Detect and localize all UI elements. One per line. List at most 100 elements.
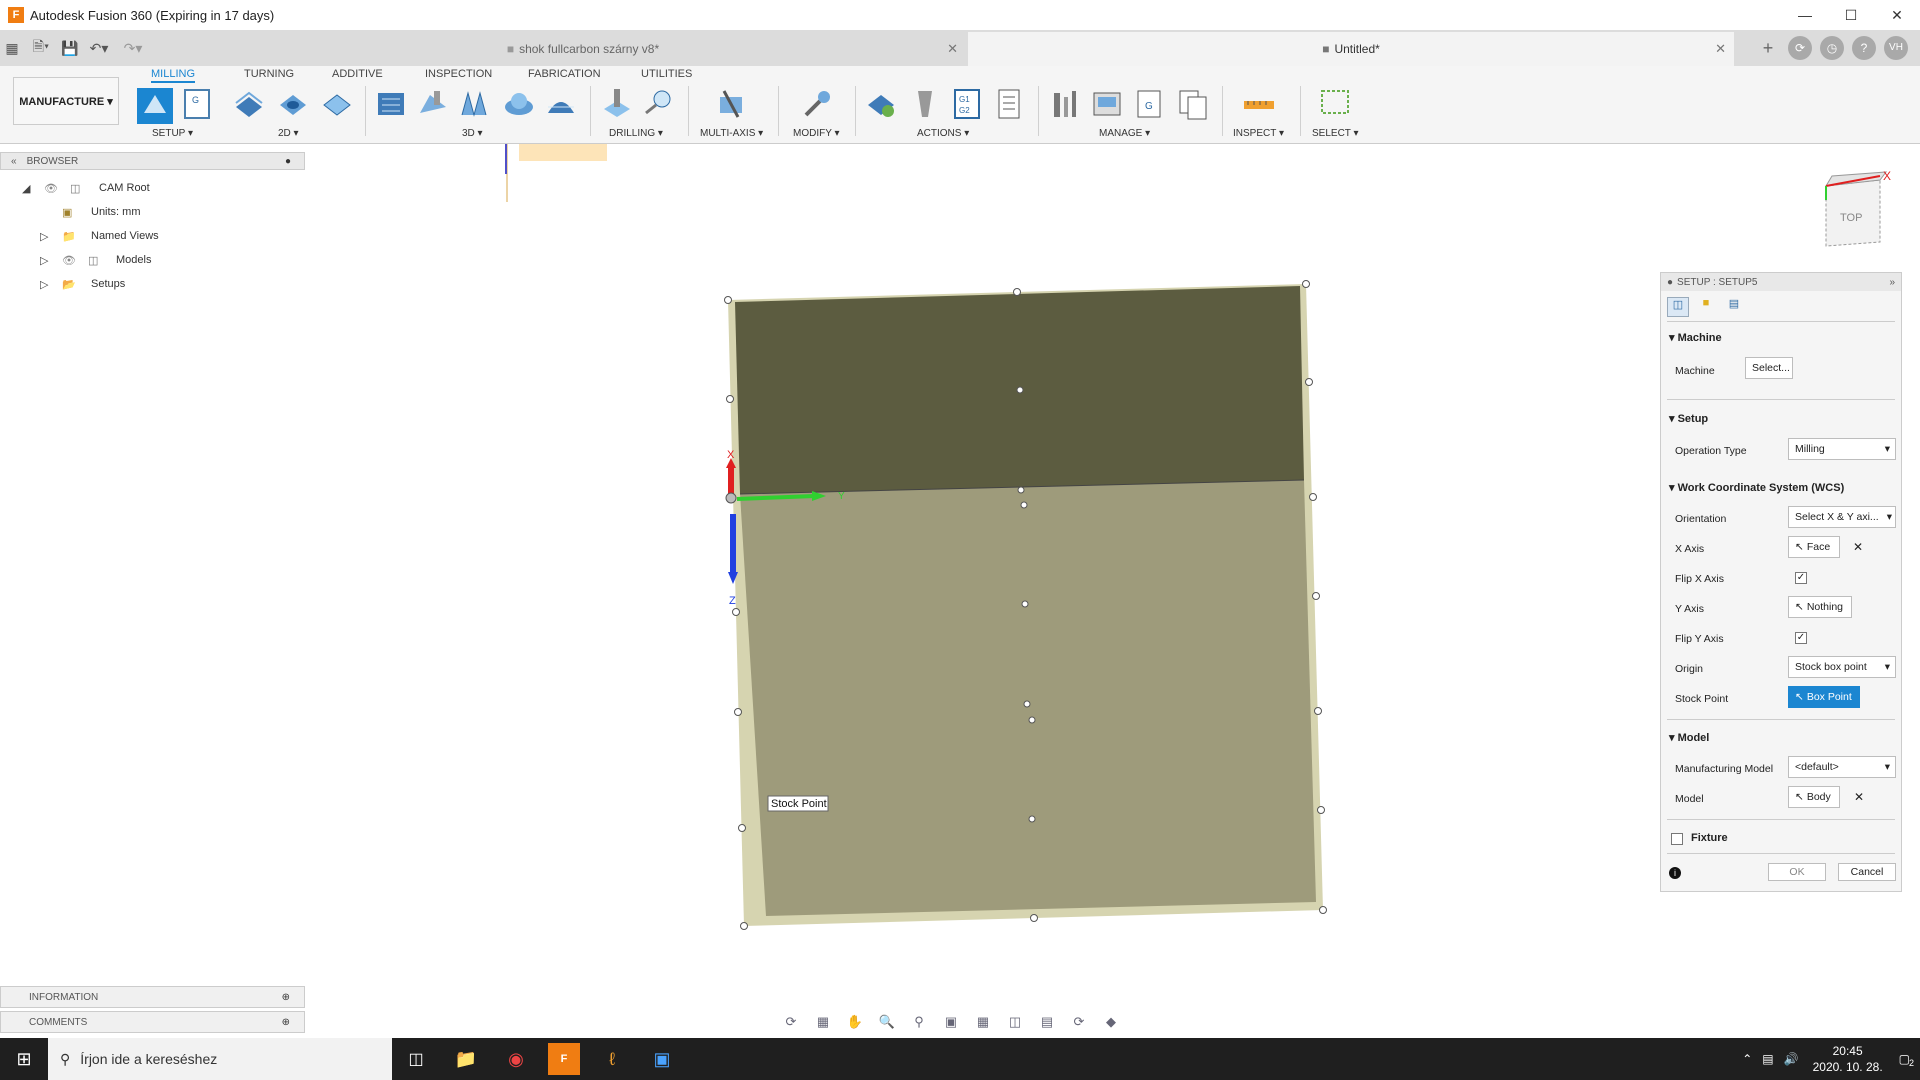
contour-icon[interactable] [544, 87, 578, 121]
wcs-section-header[interactable]: ▾ Work Coordinate System (WCS) [1669, 481, 1844, 494]
clear-selection-icon[interactable]: ✕ [1854, 790, 1864, 804]
taskbar-search-box[interactable]: ⚲ Írjon ide a kereséshez [48, 1038, 392, 1080]
collapse-browser-icon[interactable]: « [11, 156, 17, 167]
drill-icon[interactable] [600, 87, 634, 121]
y-axis-selector[interactable]: ↖ Nothing [1788, 596, 1852, 618]
tab-turning[interactable]: TURNING [244, 68, 294, 80]
task-view-icon[interactable]: ◫ [398, 1049, 434, 1069]
setup-tab-icon[interactable]: ◫ [1667, 297, 1689, 317]
zoom-icon[interactable]: 🔍 [874, 1014, 900, 1030]
close-tab-icon[interactable]: ✕ [947, 41, 958, 57]
help-icon[interactable]: ? [1852, 36, 1876, 60]
look-at-icon[interactable]: ▦ [810, 1014, 836, 1030]
tree-item-cam-root[interactable]: ◢ 👁 ◫ CAM Root [0, 176, 305, 200]
setup-section-header[interactable]: ▾ Setup [1669, 412, 1708, 425]
select-group-label[interactable]: SELECT ▾ [1312, 128, 1359, 139]
modify-group-label[interactable]: MODIFY ▾ [793, 128, 840, 139]
maximize-button[interactable]: ☐ [1828, 0, 1874, 30]
zoom-window-icon[interactable]: ⚲ [906, 1014, 932, 1030]
flip-x-checkbox[interactable]: ✓ [1795, 572, 1807, 584]
select-window-icon[interactable] [1318, 87, 1352, 121]
user-avatar[interactable]: VH [1884, 36, 1908, 60]
chevron-up-icon[interactable]: ⌃ [1742, 1052, 1752, 1066]
2d-adaptive-icon[interactable] [232, 87, 266, 121]
expand-triangle-icon[interactable]: ▷ [40, 230, 48, 243]
tab-utilities[interactable]: UTILITIES [641, 68, 692, 80]
expand-triangle-icon[interactable]: ◢ [22, 182, 30, 195]
visibility-eye-icon[interactable]: 👁 [44, 182, 58, 195]
operation-type-dropdown[interactable]: Milling ▾ [1788, 438, 1896, 460]
visibility-eye-icon[interactable]: 👁 [62, 254, 76, 267]
2d-pocket-icon[interactable] [276, 87, 310, 121]
camera-icon[interactable]: ▤ [1034, 1014, 1060, 1030]
fusion-taskbar-icon[interactable]: F [548, 1043, 580, 1075]
undo-icon[interactable]: ↶▾ [82, 40, 116, 57]
templates-icon[interactable] [1176, 87, 1210, 121]
flip-y-checkbox[interactable]: ✓ [1795, 632, 1807, 644]
viewports-icon[interactable]: ◫ [1002, 1014, 1028, 1030]
clear-selection-icon[interactable]: ✕ [1853, 540, 1863, 554]
document-tab[interactable]: ■ shok fullcarbon szárny v8* ✕ [200, 32, 966, 66]
grid-settings-icon[interactable]: ▦ [970, 1014, 996, 1030]
view-cube[interactable]: TOP X [1825, 169, 1891, 247]
simulate-icon[interactable] [864, 87, 898, 121]
2d-group-label[interactable]: 2D ▾ [278, 128, 299, 139]
pan-hand-icon[interactable]: ✋ [842, 1014, 868, 1030]
tree-item-setups[interactable]: ▷ 📂 Setups [0, 272, 305, 296]
notifications-icon[interactable]: ▢ 2 [1899, 1052, 1914, 1068]
post-process-icon[interactable]: G1G2 [950, 87, 984, 121]
tab-inspection[interactable]: INSPECTION [425, 68, 492, 80]
new-tab-icon[interactable]: + [1756, 36, 1780, 60]
tab-milling[interactable]: MILLING [151, 68, 196, 83]
measure-icon[interactable] [1242, 87, 1276, 121]
data-panel-grid-icon[interactable]: ▦ [0, 40, 24, 57]
expand-panel-icon[interactable]: ⊕ [282, 992, 290, 1003]
orbit-icon[interactable]: ⟳ [778, 1014, 804, 1030]
info-icon[interactable]: i [1669, 867, 1681, 879]
tab-additive[interactable]: ADDITIVE [332, 68, 383, 80]
inspect-group-label[interactable]: INSPECT ▾ [1233, 128, 1284, 139]
fixture-checkbox[interactable] [1671, 833, 1683, 845]
3d-adaptive-icon[interactable] [374, 87, 408, 121]
document-tab-active[interactable]: ■ Untitled* ✕ [968, 32, 1734, 66]
chrome-icon[interactable]: ◉ [498, 1049, 534, 1070]
file-menu-icon[interactable]: 🗎▾ [24, 36, 58, 60]
display-settings-icon[interactable]: ▣ [938, 1014, 964, 1030]
browser-options-icon[interactable]: ● [285, 156, 291, 167]
orientation-dropdown[interactable]: Select X & Y axi... ▾ [1788, 506, 1896, 528]
setup-sheet-icon[interactable] [992, 87, 1026, 121]
setup-group-label[interactable]: SETUP ▾ [152, 128, 193, 139]
nc-program-icon[interactable]: G [180, 87, 214, 121]
multi-axis-icon[interactable] [714, 87, 748, 121]
post-library-icon[interactable]: G [1132, 87, 1166, 121]
multi-axis-group-label[interactable]: MULTI-AXIS ▾ [700, 128, 763, 139]
environment-icon[interactable]: ◆ [1098, 1014, 1124, 1030]
expand-triangle-icon[interactable]: ▷ [40, 254, 48, 267]
windows-start-icon[interactable]: ⊞ [0, 1049, 48, 1070]
ok-button[interactable]: OK [1768, 863, 1826, 881]
modify-icon[interactable] [800, 87, 834, 121]
tree-item-named-views[interactable]: ▷ 📁 Named Views [0, 224, 305, 248]
parallel-icon[interactable] [502, 87, 536, 121]
job-status-icon[interactable]: ◷ [1820, 36, 1844, 60]
tab-fabrication[interactable]: FABRICATION [528, 68, 601, 80]
pocket-clearing-icon[interactable] [416, 87, 450, 121]
machine-library-icon[interactable] [1090, 87, 1124, 121]
model-section-header[interactable]: ▾ Model [1669, 731, 1709, 744]
photos-icon[interactable]: ▣ [644, 1049, 680, 1070]
model-selector[interactable]: ↖ Body [1788, 786, 1840, 808]
save-icon[interactable]: 💾 [58, 40, 82, 57]
origin-dropdown[interactable]: Stock box point ▾ [1788, 656, 1896, 678]
close-tab-icon[interactable]: ✕ [1715, 41, 1726, 57]
steep-shallow-icon[interactable] [458, 87, 492, 121]
new-setup-icon[interactable] [136, 87, 174, 125]
face-icon[interactable] [320, 87, 354, 121]
network-icon[interactable]: ▤ [1762, 1052, 1773, 1066]
3d-group-label[interactable]: 3D ▾ [462, 128, 483, 139]
tree-item-units[interactable]: ▣ Units: mm [0, 200, 305, 224]
redo-icon[interactable]: ↷▾ [116, 40, 150, 57]
workspace-switcher[interactable]: MANUFACTURE ▾ [13, 77, 119, 125]
machine-select-button[interactable]: Select... [1745, 357, 1793, 379]
tree-item-models[interactable]: ▷ 👁 ◫ Models [0, 248, 305, 272]
hole-recognition-icon[interactable] [642, 87, 676, 121]
